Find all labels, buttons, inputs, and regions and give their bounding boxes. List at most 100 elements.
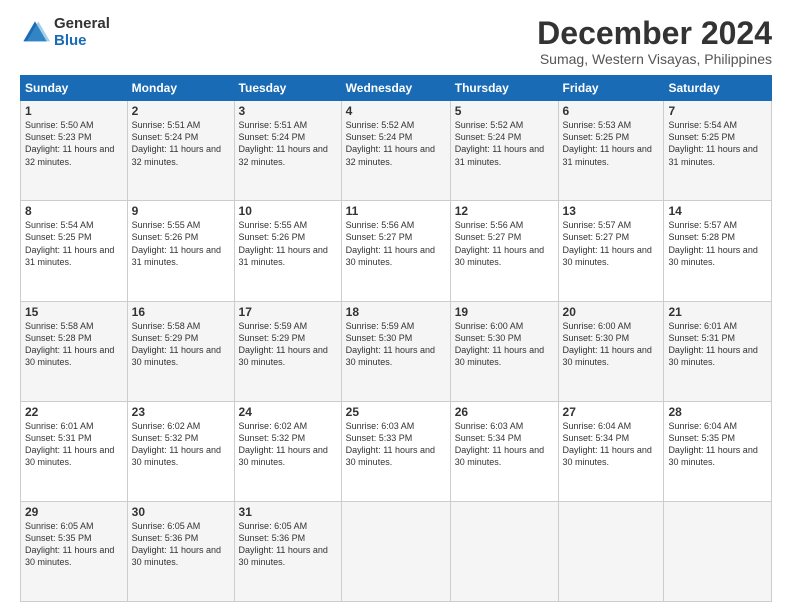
table-row: 14Sunrise: 5:57 AMSunset: 5:28 PMDayligh… xyxy=(664,201,772,301)
table-row: 27Sunrise: 6:04 AMSunset: 5:34 PMDayligh… xyxy=(558,401,664,501)
day-number: 28 xyxy=(668,405,767,419)
col-wednesday: Wednesday xyxy=(341,76,450,101)
table-row: 2Sunrise: 5:51 AMSunset: 5:24 PMDaylight… xyxy=(127,101,234,201)
table-row: 7Sunrise: 5:54 AMSunset: 5:25 PMDaylight… xyxy=(664,101,772,201)
header: General Blue December 2024 Sumag, Wester… xyxy=(20,16,772,67)
table-row: 22Sunrise: 6:01 AMSunset: 5:31 PMDayligh… xyxy=(21,401,128,501)
day-number: 30 xyxy=(132,505,230,519)
day-number: 3 xyxy=(239,104,337,118)
day-number: 12 xyxy=(455,204,554,218)
table-row xyxy=(341,501,450,601)
table-row xyxy=(450,501,558,601)
table-row: 17Sunrise: 5:59 AMSunset: 5:29 PMDayligh… xyxy=(234,301,341,401)
logo-general: General xyxy=(54,16,110,33)
table-row: 28Sunrise: 6:04 AMSunset: 5:35 PMDayligh… xyxy=(664,401,772,501)
col-monday: Monday xyxy=(127,76,234,101)
day-info: Sunrise: 5:54 AMSunset: 5:25 PMDaylight:… xyxy=(668,119,767,168)
logo: General Blue xyxy=(20,16,110,49)
day-number: 4 xyxy=(346,104,446,118)
day-info: Sunrise: 5:58 AMSunset: 5:29 PMDaylight:… xyxy=(132,320,230,369)
day-info: Sunrise: 5:59 AMSunset: 5:30 PMDaylight:… xyxy=(346,320,446,369)
calendar-week-row: 29Sunrise: 6:05 AMSunset: 5:35 PMDayligh… xyxy=(21,501,772,601)
day-number: 16 xyxy=(132,305,230,319)
table-row: 12Sunrise: 5:56 AMSunset: 5:27 PMDayligh… xyxy=(450,201,558,301)
table-row: 13Sunrise: 5:57 AMSunset: 5:27 PMDayligh… xyxy=(558,201,664,301)
logo-blue: Blue xyxy=(54,33,110,50)
table-row: 18Sunrise: 5:59 AMSunset: 5:30 PMDayligh… xyxy=(341,301,450,401)
day-info: Sunrise: 5:57 AMSunset: 5:28 PMDaylight:… xyxy=(668,219,767,268)
day-number: 6 xyxy=(563,104,660,118)
location-subtitle: Sumag, Western Visayas, Philippines xyxy=(537,51,772,67)
table-row xyxy=(664,501,772,601)
day-number: 22 xyxy=(25,405,123,419)
day-info: Sunrise: 5:55 AMSunset: 5:26 PMDaylight:… xyxy=(132,219,230,268)
day-info: Sunrise: 6:05 AMSunset: 5:36 PMDaylight:… xyxy=(132,520,230,569)
day-info: Sunrise: 6:03 AMSunset: 5:34 PMDaylight:… xyxy=(455,420,554,469)
table-row: 23Sunrise: 6:02 AMSunset: 5:32 PMDayligh… xyxy=(127,401,234,501)
day-number: 19 xyxy=(455,305,554,319)
day-number: 26 xyxy=(455,405,554,419)
day-info: Sunrise: 5:50 AMSunset: 5:23 PMDaylight:… xyxy=(25,119,123,168)
day-info: Sunrise: 5:58 AMSunset: 5:28 PMDaylight:… xyxy=(25,320,123,369)
day-number: 27 xyxy=(563,405,660,419)
table-row: 9Sunrise: 5:55 AMSunset: 5:26 PMDaylight… xyxy=(127,201,234,301)
day-number: 29 xyxy=(25,505,123,519)
table-row: 26Sunrise: 6:03 AMSunset: 5:34 PMDayligh… xyxy=(450,401,558,501)
table-row: 29Sunrise: 6:05 AMSunset: 5:35 PMDayligh… xyxy=(21,501,128,601)
day-number: 10 xyxy=(239,204,337,218)
day-info: Sunrise: 5:57 AMSunset: 5:27 PMDaylight:… xyxy=(563,219,660,268)
day-info: Sunrise: 5:52 AMSunset: 5:24 PMDaylight:… xyxy=(455,119,554,168)
day-info: Sunrise: 6:04 AMSunset: 5:34 PMDaylight:… xyxy=(563,420,660,469)
table-row: 15Sunrise: 5:58 AMSunset: 5:28 PMDayligh… xyxy=(21,301,128,401)
day-info: Sunrise: 6:00 AMSunset: 5:30 PMDaylight:… xyxy=(455,320,554,369)
table-row: 24Sunrise: 6:02 AMSunset: 5:32 PMDayligh… xyxy=(234,401,341,501)
day-info: Sunrise: 5:56 AMSunset: 5:27 PMDaylight:… xyxy=(346,219,446,268)
table-row: 25Sunrise: 6:03 AMSunset: 5:33 PMDayligh… xyxy=(341,401,450,501)
table-row: 30Sunrise: 6:05 AMSunset: 5:36 PMDayligh… xyxy=(127,501,234,601)
day-info: Sunrise: 5:56 AMSunset: 5:27 PMDaylight:… xyxy=(455,219,554,268)
table-row xyxy=(558,501,664,601)
day-info: Sunrise: 6:03 AMSunset: 5:33 PMDaylight:… xyxy=(346,420,446,469)
day-number: 21 xyxy=(668,305,767,319)
table-row: 16Sunrise: 5:58 AMSunset: 5:29 PMDayligh… xyxy=(127,301,234,401)
logo-icon xyxy=(20,18,50,48)
day-number: 25 xyxy=(346,405,446,419)
table-row: 5Sunrise: 5:52 AMSunset: 5:24 PMDaylight… xyxy=(450,101,558,201)
day-number: 9 xyxy=(132,204,230,218)
col-saturday: Saturday xyxy=(664,76,772,101)
table-row: 21Sunrise: 6:01 AMSunset: 5:31 PMDayligh… xyxy=(664,301,772,401)
day-info: Sunrise: 6:02 AMSunset: 5:32 PMDaylight:… xyxy=(239,420,337,469)
col-tuesday: Tuesday xyxy=(234,76,341,101)
day-number: 20 xyxy=(563,305,660,319)
day-info: Sunrise: 5:51 AMSunset: 5:24 PMDaylight:… xyxy=(132,119,230,168)
table-row: 3Sunrise: 5:51 AMSunset: 5:24 PMDaylight… xyxy=(234,101,341,201)
page: General Blue December 2024 Sumag, Wester… xyxy=(0,0,792,612)
table-row: 8Sunrise: 5:54 AMSunset: 5:25 PMDaylight… xyxy=(21,201,128,301)
day-number: 24 xyxy=(239,405,337,419)
day-number: 14 xyxy=(668,204,767,218)
day-info: Sunrise: 5:54 AMSunset: 5:25 PMDaylight:… xyxy=(25,219,123,268)
day-info: Sunrise: 6:00 AMSunset: 5:30 PMDaylight:… xyxy=(563,320,660,369)
day-number: 31 xyxy=(239,505,337,519)
col-friday: Friday xyxy=(558,76,664,101)
day-number: 7 xyxy=(668,104,767,118)
day-number: 13 xyxy=(563,204,660,218)
day-info: Sunrise: 6:05 AMSunset: 5:35 PMDaylight:… xyxy=(25,520,123,569)
day-number: 15 xyxy=(25,305,123,319)
day-info: Sunrise: 6:01 AMSunset: 5:31 PMDaylight:… xyxy=(668,320,767,369)
calendar-week-row: 8Sunrise: 5:54 AMSunset: 5:25 PMDaylight… xyxy=(21,201,772,301)
table-row: 10Sunrise: 5:55 AMSunset: 5:26 PMDayligh… xyxy=(234,201,341,301)
col-sunday: Sunday xyxy=(21,76,128,101)
table-row: 19Sunrise: 6:00 AMSunset: 5:30 PMDayligh… xyxy=(450,301,558,401)
calendar-week-row: 22Sunrise: 6:01 AMSunset: 5:31 PMDayligh… xyxy=(21,401,772,501)
table-row: 11Sunrise: 5:56 AMSunset: 5:27 PMDayligh… xyxy=(341,201,450,301)
day-number: 23 xyxy=(132,405,230,419)
day-number: 1 xyxy=(25,104,123,118)
calendar-week-row: 1Sunrise: 5:50 AMSunset: 5:23 PMDaylight… xyxy=(21,101,772,201)
day-info: Sunrise: 5:55 AMSunset: 5:26 PMDaylight:… xyxy=(239,219,337,268)
day-info: Sunrise: 6:04 AMSunset: 5:35 PMDaylight:… xyxy=(668,420,767,469)
table-row: 20Sunrise: 6:00 AMSunset: 5:30 PMDayligh… xyxy=(558,301,664,401)
day-number: 2 xyxy=(132,104,230,118)
title-block: December 2024 Sumag, Western Visayas, Ph… xyxy=(537,16,772,67)
table-row: 4Sunrise: 5:52 AMSunset: 5:24 PMDaylight… xyxy=(341,101,450,201)
